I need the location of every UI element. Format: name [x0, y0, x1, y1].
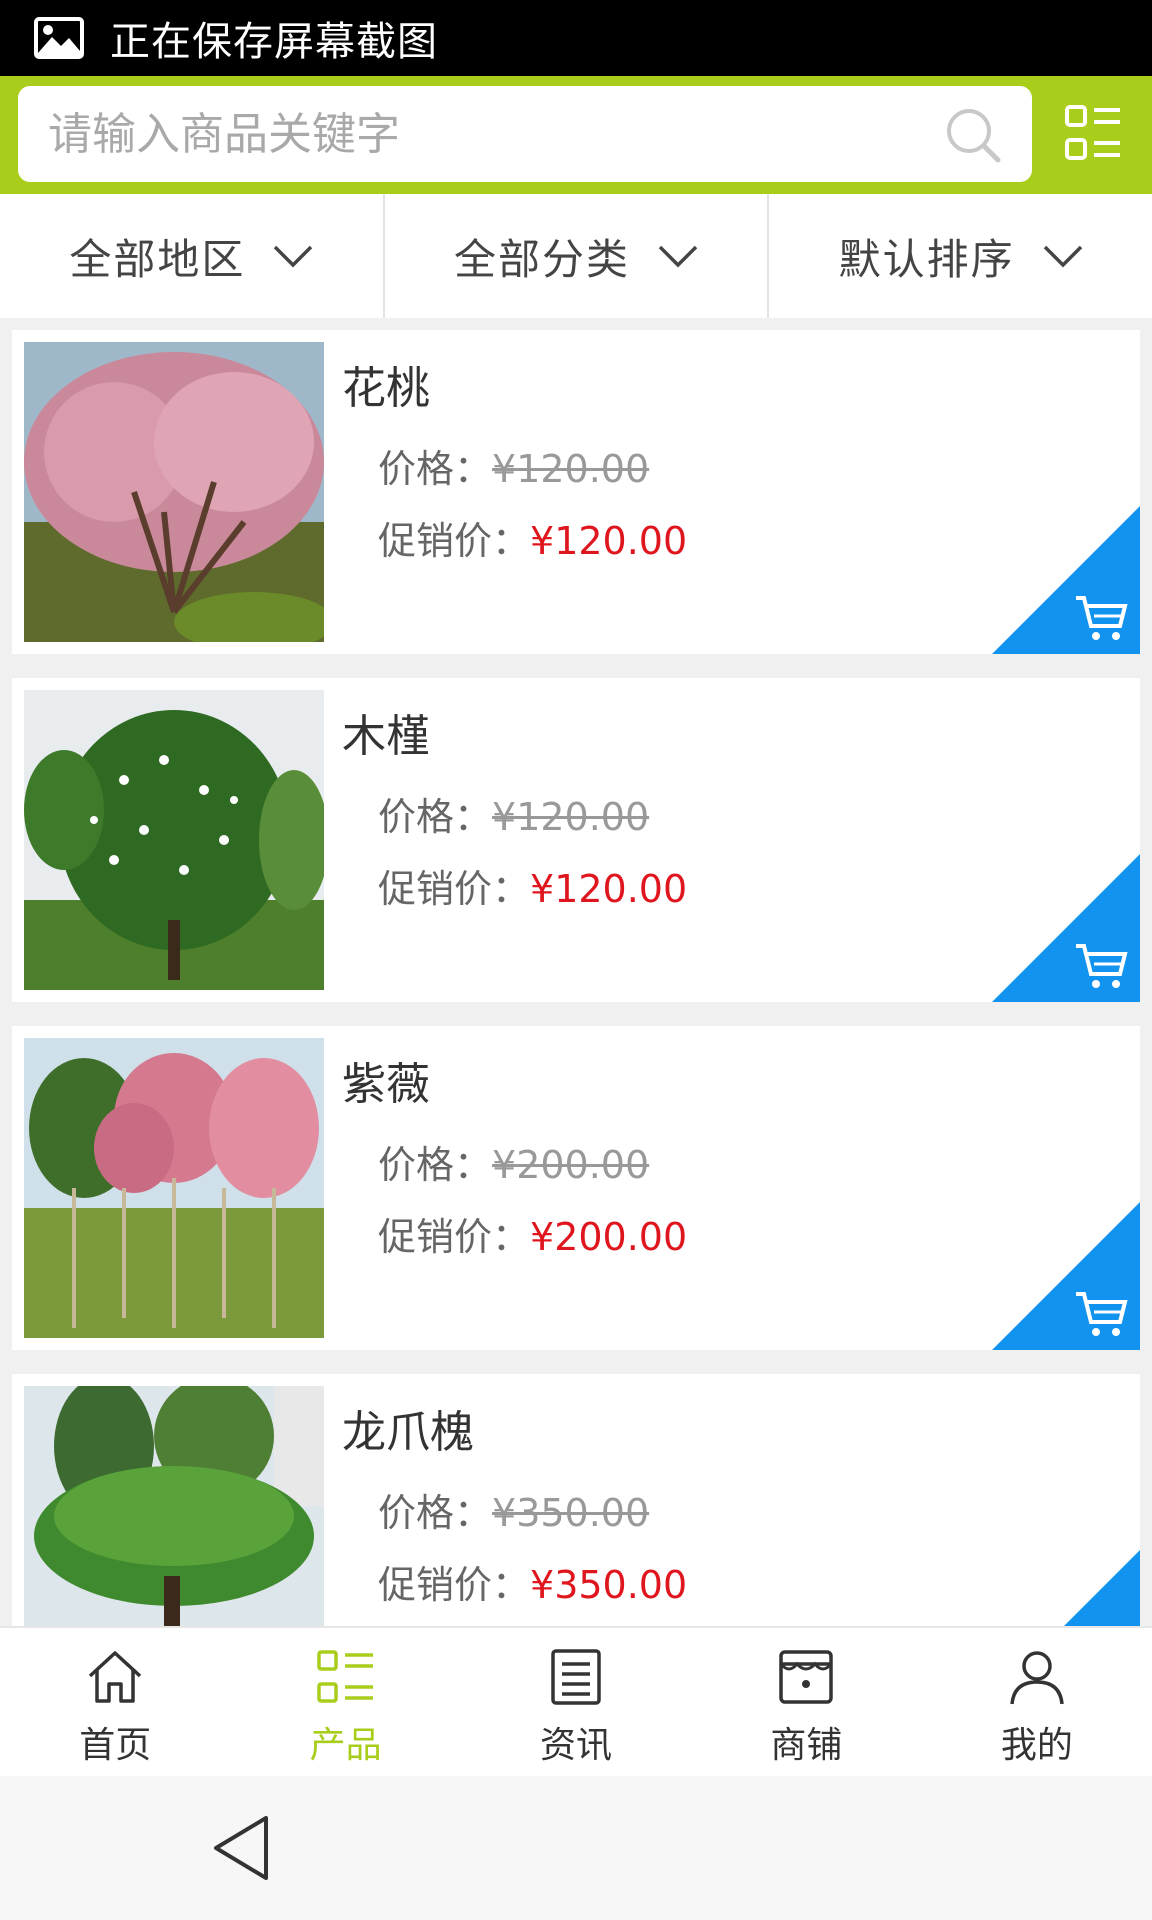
home-icon [89, 1651, 142, 1703]
promo-price: ¥350.00 [530, 1563, 688, 1607]
product-card[interactable]: 紫薇 价格：¥200.00 促销价：¥200.00 [12, 1026, 1140, 1350]
cart-icon [992, 1202, 1140, 1350]
product-name[interactable]: 紫薇 [342, 1048, 430, 1112]
cart-icon [992, 506, 1140, 654]
promo-label: 促销价： [378, 1563, 531, 1607]
product-card[interactable]: 龙爪槐 价格：¥350.00 促销价：¥350.00 [12, 1374, 1140, 1626]
promo-price: ¥200.00 [530, 1215, 688, 1259]
tab-profile-label: 我的 [1000, 1725, 1073, 1766]
filter-sort[interactable]: 默认排序 [769, 194, 1152, 318]
original-price: ¥350.00 [492, 1491, 650, 1535]
filter-category[interactable]: 全部分类 [385, 194, 770, 318]
filter-bar: 全部地区 全部分类 默认排序 [0, 194, 1152, 318]
cart-icon [992, 854, 1140, 1002]
original-price: ¥120.00 [492, 447, 650, 491]
product-name[interactable]: 龙爪槐 [342, 1396, 474, 1460]
promo-price: ¥120.00 [530, 519, 688, 563]
promo-price: ¥120.00 [530, 867, 688, 911]
app-page: 正在保存屏幕截图 全部地区 全部分类 [0, 0, 1152, 1920]
filter-category-label: 全部分类 [454, 234, 631, 284]
promo-row: 促销价：¥200.00 [378, 1206, 687, 1261]
add-to-cart-button[interactable] [992, 1202, 1140, 1350]
user-icon [1010, 1651, 1064, 1705]
tab-products-label: 产品 [309, 1725, 382, 1766]
price-row: 价格：¥120.00 [378, 438, 649, 493]
filter-region[interactable]: 全部地区 [0, 194, 385, 318]
tab-home[interactable]: 首页 [0, 1628, 230, 1776]
tab-products[interactable]: 产品 [230, 1628, 460, 1776]
chevron-down-icon [274, 245, 313, 268]
tab-store-label: 商铺 [770, 1725, 843, 1766]
tab-home-label: 首页 [79, 1725, 152, 1766]
product-image[interactable] [24, 342, 324, 642]
store-icon [779, 1650, 834, 1704]
product-name[interactable]: 木槿 [342, 700, 430, 764]
bottom-tab-bar: 首页 产品 资讯 商铺 我的 [0, 1626, 1152, 1776]
product-list: 花桃 价格：¥120.00 促销价：¥120.00 木槿 价格：¥120.00 … [0, 318, 1152, 1626]
add-to-cart-button[interactable] [992, 854, 1140, 1002]
product-card[interactable]: 木槿 价格：¥120.00 促销价：¥120.00 [12, 678, 1140, 1002]
cart-icon [1064, 1550, 1140, 1626]
product-image[interactable] [24, 1386, 324, 1626]
filter-sort-label: 默认排序 [838, 234, 1015, 284]
promo-row: 促销价：¥120.00 [378, 510, 687, 565]
tab-store[interactable]: 商铺 [691, 1628, 921, 1776]
image-icon [34, 17, 84, 59]
system-nav-bar [0, 1776, 1152, 1920]
tab-profile[interactable]: 我的 [922, 1628, 1152, 1776]
category-menu-icon[interactable] [1064, 104, 1122, 162]
price-label: 价格： [378, 447, 493, 491]
product-image[interactable] [24, 1038, 324, 1338]
search-icon[interactable] [944, 106, 1002, 164]
product-card[interactable]: 花桃 价格：¥120.00 促销价：¥120.00 [12, 330, 1140, 654]
filter-region-label: 全部地区 [69, 234, 246, 284]
price-label: 价格： [378, 795, 493, 839]
original-price: ¥120.00 [492, 795, 650, 839]
search-header [0, 76, 1152, 194]
price-label: 价格： [378, 1143, 493, 1187]
status-text: 正在保存屏幕截图 [110, 19, 438, 65]
chevron-down-icon [658, 245, 698, 268]
add-to-cart-button[interactable] [992, 1550, 1140, 1626]
promo-label: 促销价： [378, 1215, 531, 1259]
tab-news[interactable]: 资讯 [461, 1628, 691, 1776]
promo-label: 促销价： [378, 867, 531, 911]
promo-row: 促销价：¥350.00 [378, 1554, 687, 1609]
back-icon[interactable] [210, 1812, 274, 1884]
search-input[interactable] [48, 86, 928, 182]
grid-list-icon [316, 1650, 373, 1703]
chevron-down-icon [1043, 245, 1082, 268]
promo-label: 促销价： [378, 519, 531, 563]
product-name[interactable]: 花桃 [342, 352, 430, 416]
price-row: 价格：¥120.00 [378, 786, 649, 841]
product-image[interactable] [24, 690, 324, 990]
price-row: 价格：¥200.00 [378, 1134, 649, 1189]
original-price: ¥200.00 [492, 1143, 650, 1187]
tab-news-label: 资讯 [540, 1725, 613, 1766]
price-label: 价格： [378, 1491, 493, 1535]
status-bar: 正在保存屏幕截图 [0, 0, 1152, 76]
add-to-cart-button[interactable] [992, 506, 1140, 654]
news-icon [551, 1649, 601, 1705]
price-row: 价格：¥350.00 [378, 1482, 649, 1537]
promo-row: 促销价：¥120.00 [378, 858, 687, 913]
search-box [18, 86, 1032, 182]
